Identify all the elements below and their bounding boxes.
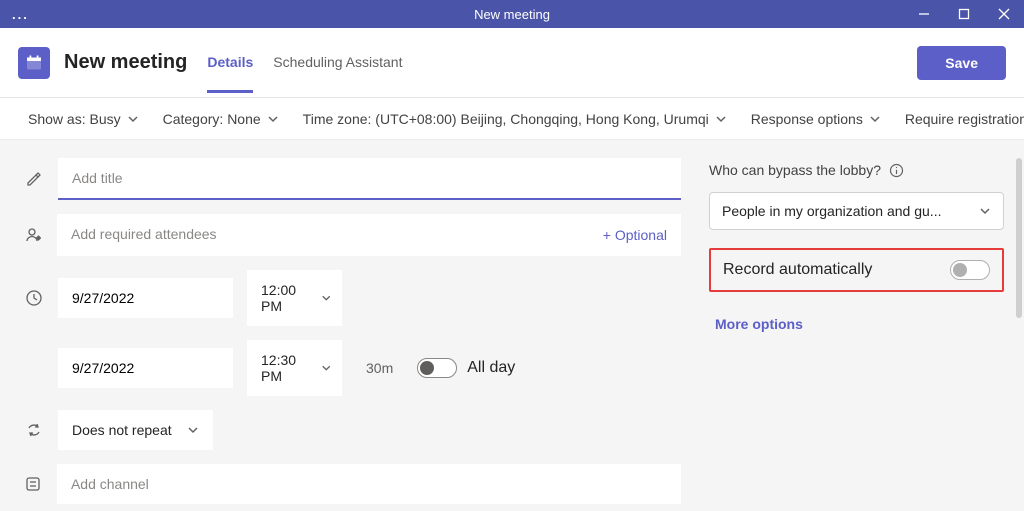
start-time-value: 12:00 PM [261,282,313,314]
optional-attendees-button[interactable]: + Optional [603,227,681,243]
category-label: Category: None [163,111,261,127]
close-button[interactable] [984,0,1024,28]
start-time-row: 12:00 PM [24,270,681,326]
info-icon[interactable] [889,163,904,178]
lobby-select[interactable]: People in my organization and gu... [709,192,1004,230]
repeat-value: Does not repeat [72,422,172,438]
attendees-row: + Optional [24,214,681,256]
window-controls [904,0,1024,28]
window-title: New meeting [474,7,550,22]
start-date-input[interactable] [58,278,233,318]
repeat-row: Does not repeat [24,410,681,450]
body: + Optional 12:00 PM 12:30 PM 30m [0,140,1024,511]
channel-row: Add channel [24,464,681,504]
show-as-label: Show as: Busy [28,111,121,127]
attendees-input[interactable] [57,214,603,256]
page-title: New meeting [64,51,187,74]
response-label: Response options [751,111,863,127]
registration-option[interactable]: Require registration: [905,111,1024,127]
save-button[interactable]: Save [917,46,1006,80]
form-column: + Optional 12:00 PM 12:30 PM 30m [0,140,699,511]
options-bar: Show as: Busy Category: None Time zone: … [0,98,1024,140]
registration-label: Require registration: [905,111,1024,127]
lobby-label-row: Who can bypass the lobby? [709,162,1004,178]
header-tabs: Details Scheduling Assistant [207,32,402,93]
category-option[interactable]: Category: None [163,111,279,127]
calendar-icon [18,47,50,79]
maximize-button[interactable] [944,0,984,28]
attendees-box: + Optional [57,214,681,256]
titlebar: ... New meeting [0,0,1024,28]
tab-scheduling[interactable]: Scheduling Assistant [273,32,402,93]
pencil-icon [24,170,44,188]
record-label: Record automatically [723,261,872,279]
side-panel: Who can bypass the lobby? People in my o… [699,140,1024,511]
clock-icon [24,289,44,307]
end-time-select[interactable]: 12:30 PM [247,340,342,396]
more-options-link[interactable]: More options [715,316,1004,332]
channel-icon [24,475,43,493]
channel-input[interactable]: Add channel [57,464,681,504]
allday-toggle[interactable] [417,358,457,378]
people-icon [24,226,43,244]
timezone-option[interactable]: Time zone: (UTC+08:00) Beijing, Chongqin… [303,111,727,127]
title-input[interactable] [58,158,681,200]
response-options[interactable]: Response options [751,111,881,127]
record-automatically-row: Record automatically [709,248,1004,292]
record-toggle[interactable] [950,260,990,280]
page-header: New meeting Details Scheduling Assistant… [0,28,1024,98]
minimize-button[interactable] [904,0,944,28]
tab-details[interactable]: Details [207,32,253,93]
start-time-select[interactable]: 12:00 PM [247,270,342,326]
end-date-input[interactable] [58,348,233,388]
timezone-label: Time zone: (UTC+08:00) Beijing, Chongqin… [303,111,709,127]
duration-label: 30m [366,360,393,376]
end-time-row: 12:30 PM 30m All day [24,340,681,396]
lobby-value: People in my organization and gu... [722,203,941,219]
allday-label: All day [467,359,515,377]
allday-group: All day [417,358,515,378]
repeat-icon [24,421,44,439]
repeat-select[interactable]: Does not repeat [58,410,213,450]
app-more-button[interactable]: ... [0,7,41,22]
lobby-label: Who can bypass the lobby? [709,162,881,178]
title-row [24,158,681,200]
end-time-value: 12:30 PM [261,352,313,384]
show-as-option[interactable]: Show as: Busy [28,111,139,127]
